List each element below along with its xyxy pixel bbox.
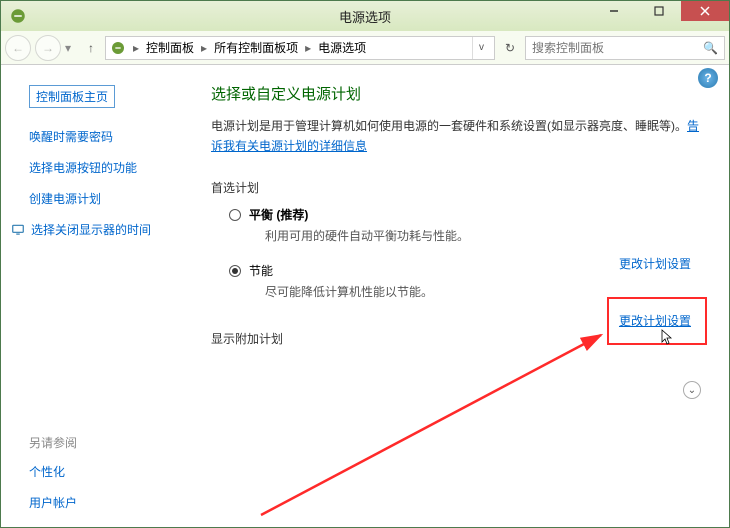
sidebar: 控制面板主页 唤醒时需要密码 选择电源按钮的功能 创建电源计划 选择关闭显示器的… [1, 65, 201, 527]
annotation-arrow [251, 325, 621, 525]
see-also-personalization[interactable]: 个性化 [29, 463, 77, 480]
plan-balanced-name: 平衡 [249, 208, 273, 222]
plan-power-saver-desc: 尽可能降低计算机性能以节能。 [265, 283, 707, 300]
help-button[interactable]: ? [698, 68, 718, 88]
titlebar: 电源选项 [1, 1, 729, 31]
refresh-button[interactable]: ↻ [499, 37, 521, 59]
page-title: 选择或自定义电源计划 [211, 83, 707, 104]
address-bar: ← → ▾ ↑ ▸ 控制面板 ▸ 所有控制面板项 ▸ 电源选项 v ↻ 🔍 [1, 31, 729, 65]
crumb-control-panel[interactable]: 控制面板 [142, 39, 198, 56]
maximize-button[interactable] [636, 1, 681, 21]
see-also-section: 另请参阅 个性化 用户帐户 [29, 434, 77, 511]
up-button[interactable]: ↑ [81, 38, 101, 58]
chevron-down-icon: ⌄ [688, 385, 696, 396]
monitor-icon [11, 223, 25, 237]
back-button[interactable]: ← [5, 35, 31, 61]
change-plan-power-saver[interactable]: 更改计划设置 [619, 312, 691, 329]
preferred-plans-header: 首选计划 [211, 179, 707, 196]
forward-button[interactable]: → [35, 35, 61, 61]
window-title: 电源选项 [339, 7, 391, 26]
search-icon: 🔍 [703, 41, 718, 55]
sidebar-wake-password[interactable]: 唤醒时需要密码 [29, 128, 201, 145]
change-plan-balanced[interactable]: 更改计划设置 [619, 255, 691, 272]
sidebar-power-button[interactable]: 选择电源按钮的功能 [29, 159, 201, 176]
additional-plans-header: 显示附加计划 [211, 330, 707, 347]
plan-balanced-suffix: (推荐) [273, 208, 308, 222]
chevron-right-icon: ▸ [304, 41, 312, 55]
expand-additional-button[interactable]: ⌄ [683, 381, 701, 399]
main-content: 选择或自定义电源计划 电源计划是用于管理计算机如何使用电源的一套硬件和系统设置(… [201, 65, 729, 527]
breadcrumb-dropdown[interactable]: v [472, 37, 490, 59]
plan-balanced-desc: 利用可用的硬件自动平衡功耗与性能。 [265, 227, 707, 244]
sidebar-home[interactable]: 控制面板主页 [29, 85, 115, 108]
search-input[interactable] [532, 41, 703, 55]
power-options-icon [110, 40, 126, 56]
chevron-right-icon: ▸ [132, 41, 140, 55]
history-dropdown[interactable]: ▾ [65, 41, 77, 55]
breadcrumb[interactable]: ▸ 控制面板 ▸ 所有控制面板项 ▸ 电源选项 v [105, 36, 495, 60]
crumb-all-items[interactable]: 所有控制面板项 [210, 39, 302, 56]
close-button[interactable] [681, 1, 729, 21]
radio-balanced[interactable] [229, 209, 241, 221]
see-also-header: 另请参阅 [29, 434, 77, 451]
search-box[interactable]: 🔍 [525, 36, 725, 60]
see-also-user-accounts[interactable]: 用户帐户 [29, 494, 77, 511]
power-icon [9, 7, 27, 25]
sidebar-display-off[interactable]: 选择关闭显示器的时间 [31, 221, 151, 238]
minimize-button[interactable] [591, 1, 636, 21]
radio-power-saver[interactable] [229, 265, 241, 277]
sidebar-create-plan[interactable]: 创建电源计划 [29, 190, 201, 207]
page-description: 电源计划是用于管理计算机如何使用电源的一套硬件和系统设置(如显示器亮度、睡眠等)… [211, 116, 707, 157]
desc-text: 电源计划是用于管理计算机如何使用电源的一套硬件和系统设置(如显示器亮度、睡眠等)… [211, 119, 687, 133]
crumb-power-options[interactable]: 电源选项 [314, 39, 370, 56]
plan-balanced[interactable]: 平衡 (推荐) 利用可用的硬件自动平衡功耗与性能。 [229, 206, 707, 244]
chevron-right-icon: ▸ [200, 41, 208, 55]
